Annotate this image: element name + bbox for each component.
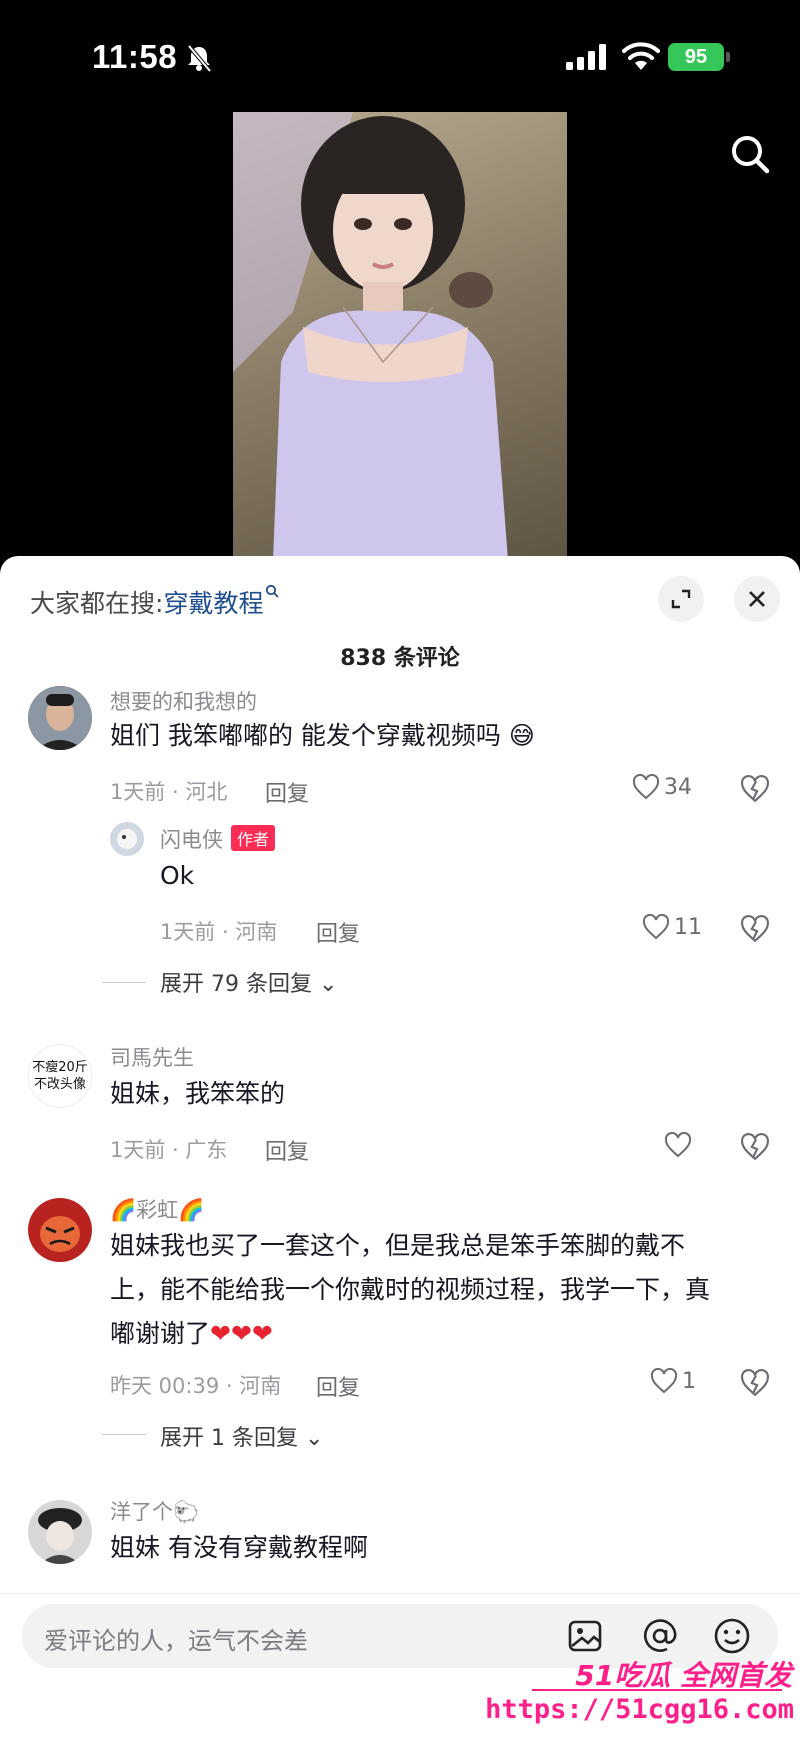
dislike-icon[interactable] [740,774,770,804]
watermark-url: https://51cgg16.com [485,1694,794,1725]
heart-icon [632,774,660,800]
battery-icon: 95 [668,43,724,71]
comment-meta: 昨天 00:39 · 河南 [110,1374,282,1398]
watermark-line [532,1689,782,1691]
chevron-down-icon: ⌄ [304,1426,324,1451]
heart-icon [664,1132,692,1158]
avatar[interactable]: 不瘦20斤 不改头像 [28,1044,92,1108]
author-tag: 作者 [231,825,276,851]
video-thumbnail[interactable] [233,112,567,560]
video-area[interactable] [0,110,800,560]
close-button[interactable] [734,576,780,622]
image-icon[interactable] [566,1616,606,1656]
reply-text: Ok [160,861,195,890]
divider [102,982,146,983]
reply-avatar[interactable] [110,822,144,856]
comment-username[interactable]: 司馬先生 [110,1042,194,1072]
comment-text: 姐妹 有没有穿戴教程啊 [110,1533,368,1562]
divider [102,1434,146,1435]
signal-icon [566,44,606,70]
like-button[interactable]: 1 [650,1368,696,1394]
like-count: 34 [664,774,692,800]
like-count: 1 [682,1368,696,1394]
comment-username[interactable]: 想要的和我想的 [110,686,257,716]
search-suggestion[interactable]: 大家都在搜:穿戴教程 [30,584,280,620]
search-suggestion-prefix: 大家都在搜: [30,589,164,618]
at-icon[interactable] [640,1616,680,1656]
avatar[interactable] [28,1500,92,1564]
chevron-down-icon: ⌄ [318,972,338,997]
emoji: 😅 [508,721,535,750]
reply-button[interactable]: 回复 [316,916,360,948]
bell-off-icon [187,44,212,72]
comment-text: 姐妹，我笨笨的 [110,1079,286,1108]
status-time: 11:58 [92,38,178,75]
like-count: 11 [674,914,702,940]
close-icon [749,591,765,607]
like-button[interactable]: 11 [642,914,702,940]
dislike-icon[interactable] [740,1132,770,1162]
dislike-icon[interactable] [740,1368,770,1398]
comment-count: 838 条评论 [340,646,460,671]
heart-icon [642,914,670,940]
comment-text: 姐们 我笨嘟嘟的 能发个穿戴视频吗 😅 [110,721,535,750]
reply-button[interactable]: 回复 [265,776,309,808]
expand-button[interactable] [658,576,704,622]
comment-meta: 1天前 · 广东 [110,1138,228,1162]
avatar[interactable] [28,686,92,750]
comment-username[interactable]: 洋了个🐑 [110,1496,199,1526]
status-bar: 11:58 95 [0,0,800,110]
reply-button[interactable]: 回复 [316,1370,360,1402]
watermark: 51吃瓜 全网首发 https://51cgg16.com [485,1654,800,1739]
comment-username[interactable]: 🌈彩虹🌈 [110,1194,204,1224]
expand-replies-button[interactable]: 展开 1 条回复 ⌄ [160,1420,323,1452]
expand-icon [671,589,691,609]
comment-text: 姐妹我也买了一套这个，但是我总是笨手笨脚的戴不 上，能不能给我一个你戴时的视频过… [110,1231,711,1348]
like-button[interactable] [664,1132,692,1158]
reply-meta: 1天前 · 河南 [160,920,278,944]
search-icon[interactable] [728,132,772,176]
expand-replies-button[interactable]: 展开 79 条回复 ⌄ [160,966,337,998]
battery-cap [726,52,730,62]
small-search-icon [266,584,280,598]
comment-input-bar: 爱评论的人，运气不会差 51吃瓜 全网首发 https://51cgg16.co… [0,1593,800,1739]
dislike-icon[interactable] [740,914,770,944]
video-figure [233,112,508,560]
watermark-brand: 51吃瓜 全网首发 [575,1659,792,1692]
like-button[interactable]: 34 [632,774,692,800]
emoji-icon[interactable] [712,1616,752,1656]
heart-icon [650,1368,678,1394]
wifi-icon [622,42,660,70]
reply-button[interactable]: 回复 [265,1134,309,1166]
search-suggestion-keyword[interactable]: 穿戴教程 [163,589,263,618]
sheet-header: 大家都在搜:穿戴教程 [30,576,780,626]
heart-emoji: ❤❤❤ [210,1319,273,1348]
avatar[interactable] [28,1198,92,1262]
comment-meta: 1天前 · 河北 [110,780,228,804]
comment-sheet: 大家都在搜:穿戴教程 838 条评论 想要的和我想的 姐们 我笨嘟嘟的 能发个穿… [0,556,800,1739]
input-placeholder: 爱评论的人，运气不会差 [44,1627,308,1655]
reply-username[interactable]: 闪电侠 作者 [160,824,276,854]
